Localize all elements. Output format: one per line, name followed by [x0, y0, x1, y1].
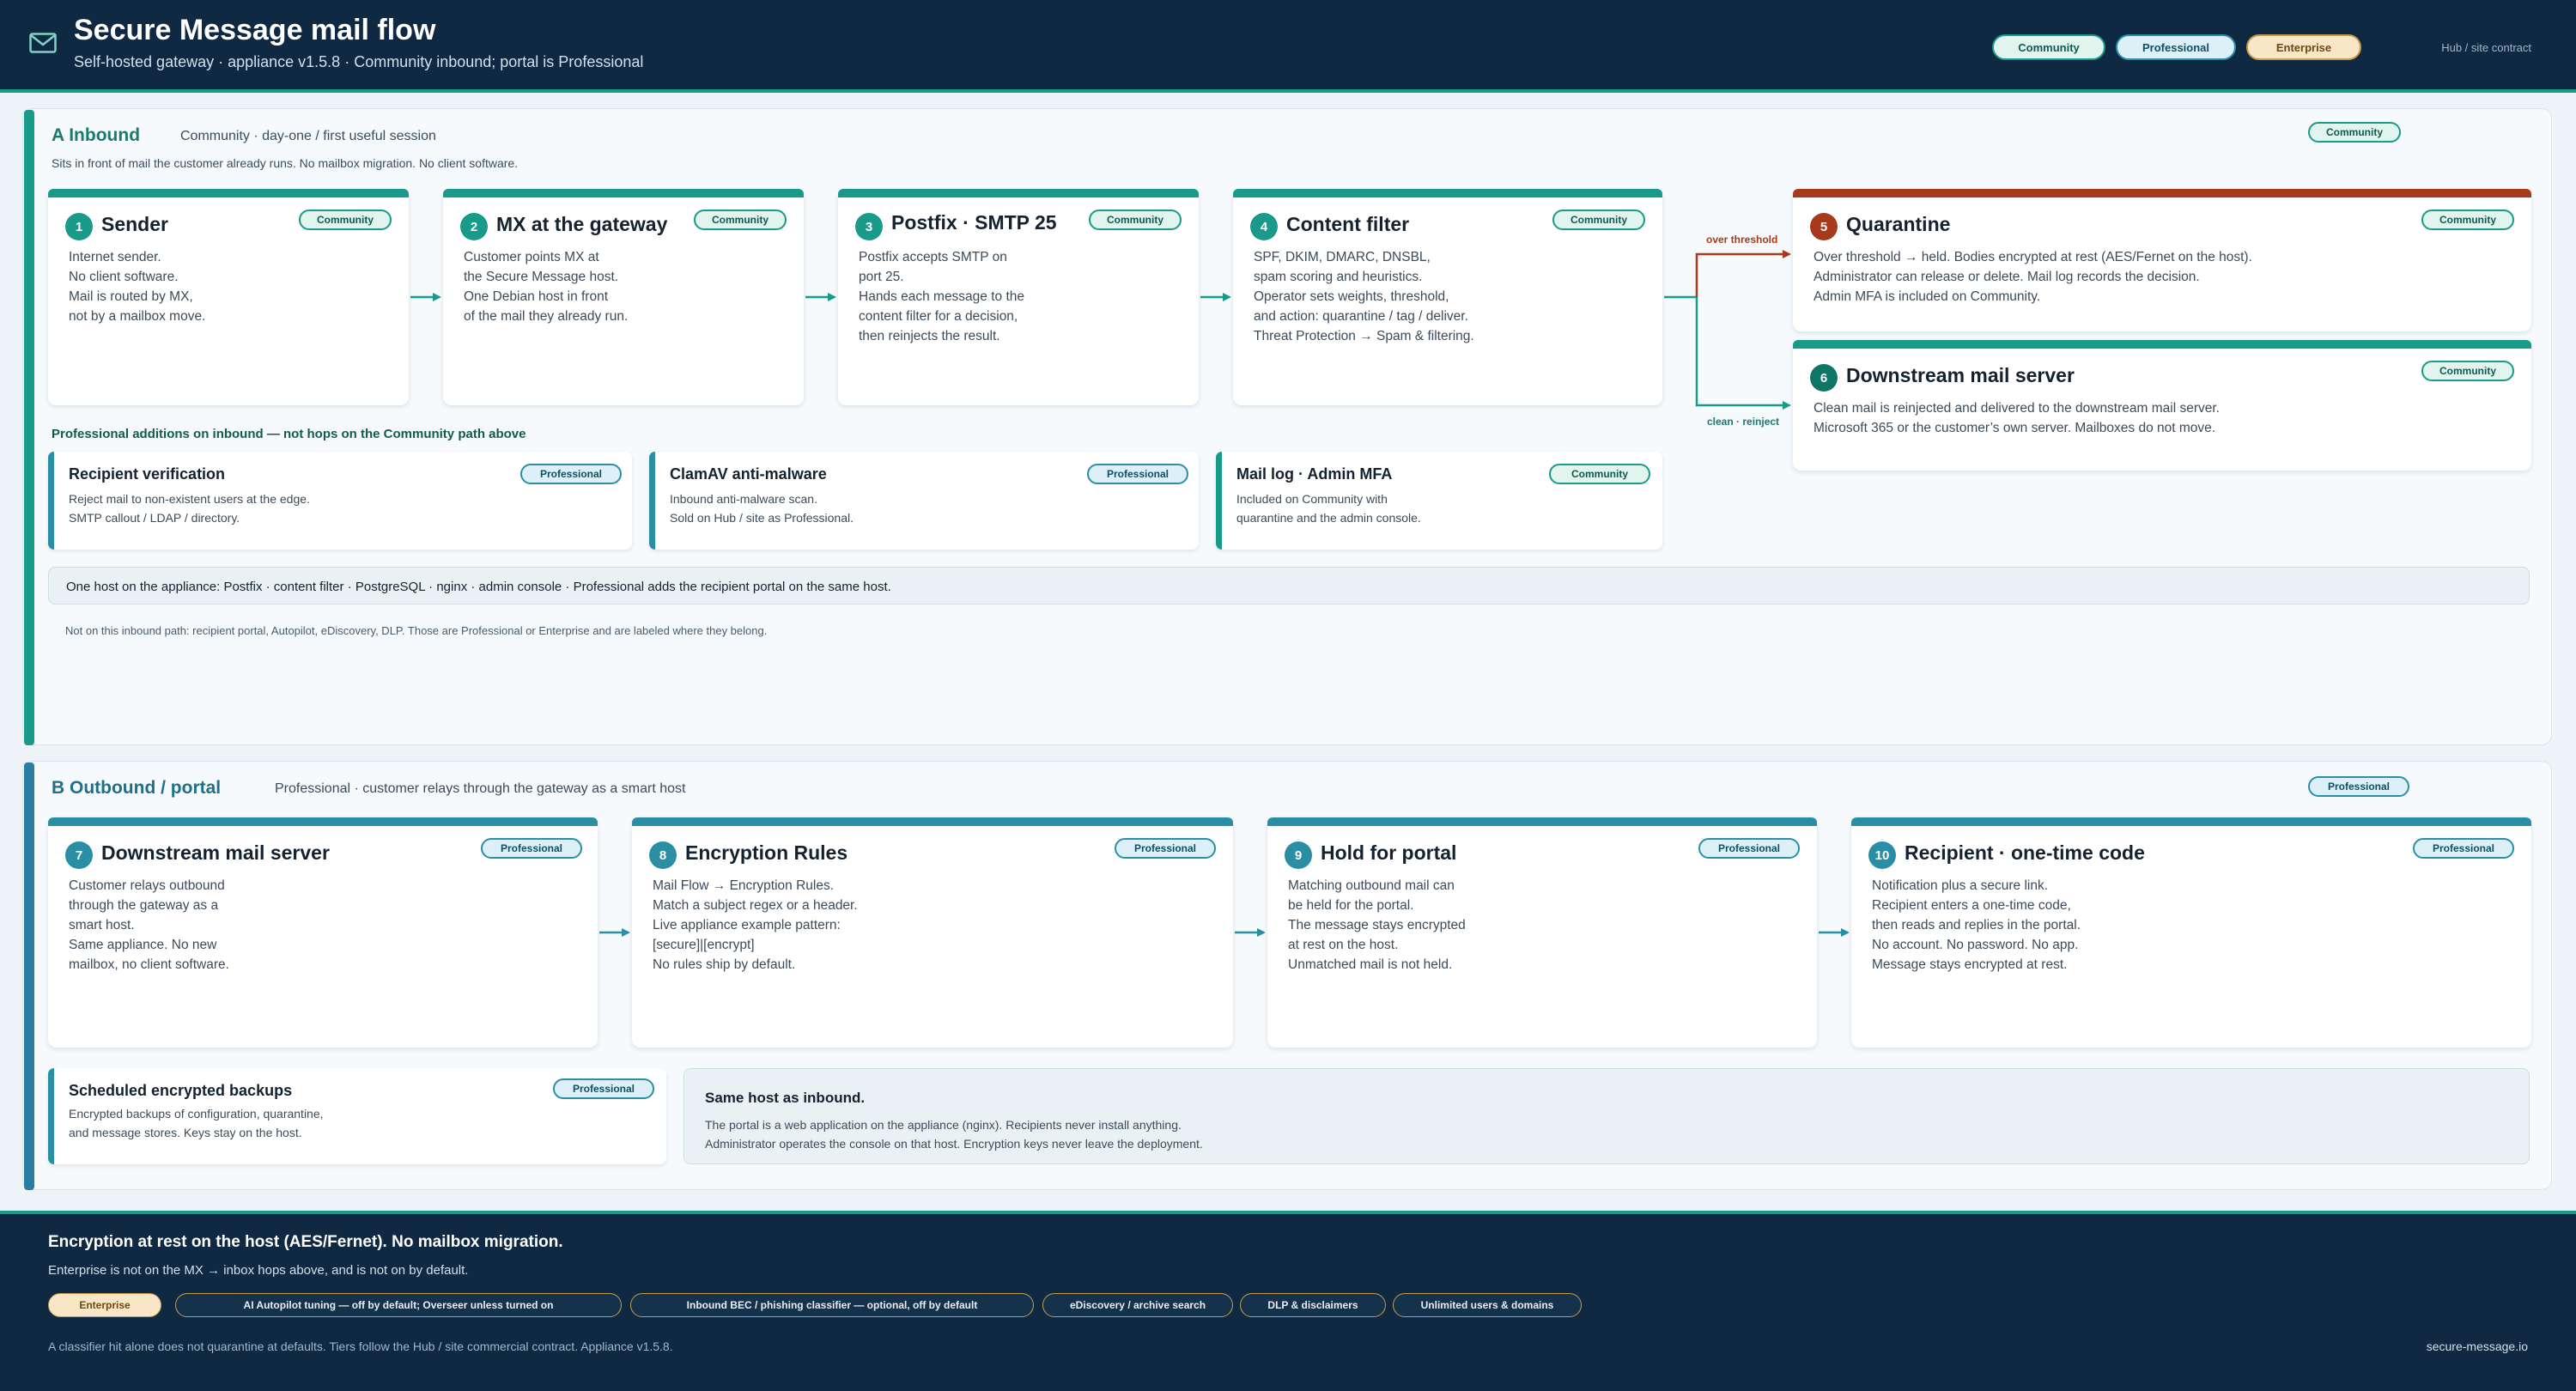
footer-note: A classifier hit alone does not quaranti… — [48, 1339, 673, 1353]
inbound-branch-clean — [1695, 297, 1791, 410]
footer-title: Encryption at rest on the host (AES/Fern… — [48, 1233, 563, 1251]
enterprise-feature-ediscovery: eDiscovery / archive search — [1042, 1293, 1233, 1317]
enterprise-feature-autopilot: AI Autopilot tuning — off by default; Ov… — [175, 1293, 622, 1317]
enterprise-feature-dlp: DLP & disclaimers — [1240, 1293, 1386, 1317]
footer-url[interactable]: secure-message.io — [2427, 1339, 2528, 1353]
flow-arrows — [410, 250, 1850, 937]
footer-enterprise-badge: Enterprise — [48, 1293, 161, 1317]
footer-subtitle: Enterprise is not on the MX → inbox hops… — [48, 1263, 469, 1278]
inbound-branch-over-threshold — [1695, 250, 1791, 297]
enterprise-feature-bec-classifier: Inbound BEC / phishing classifier — opti… — [630, 1293, 1034, 1317]
enterprise-feature-unlimited: Unlimited users & domains — [1393, 1293, 1582, 1317]
